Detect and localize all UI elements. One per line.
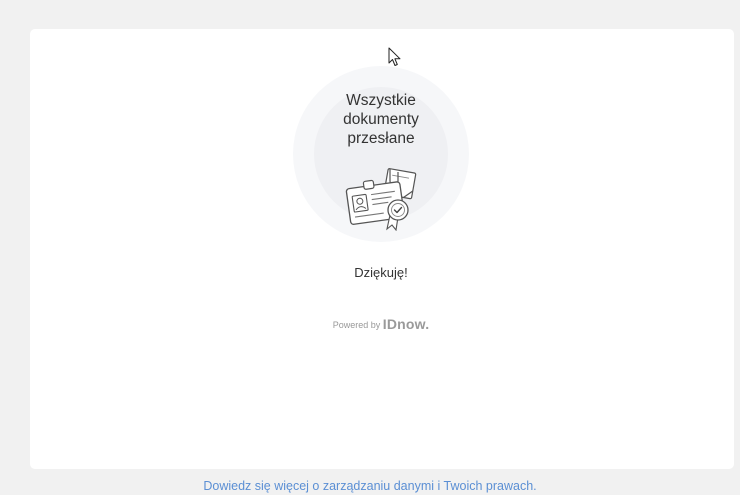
confirmation-card: Wszystkie dokumenty przesłane Dziękuję! — [30, 29, 734, 469]
documents-uploaded-icon — [345, 168, 417, 231]
data-privacy-link[interactable]: Dowiedz się więcej o zarządzaniu danymi … — [0, 478, 740, 494]
idnow-logo: IDnow. — [382, 316, 430, 332]
mouse-pointer-icon — [388, 47, 401, 66]
powered-by-prefix: Powered by — [332, 320, 381, 330]
powered-by: Powered by IDnow. — [281, 317, 481, 332]
status-title: Wszystkie dokumenty przesłane — [343, 92, 419, 147]
thank-you-text: Dziękuję! — [354, 265, 408, 280]
